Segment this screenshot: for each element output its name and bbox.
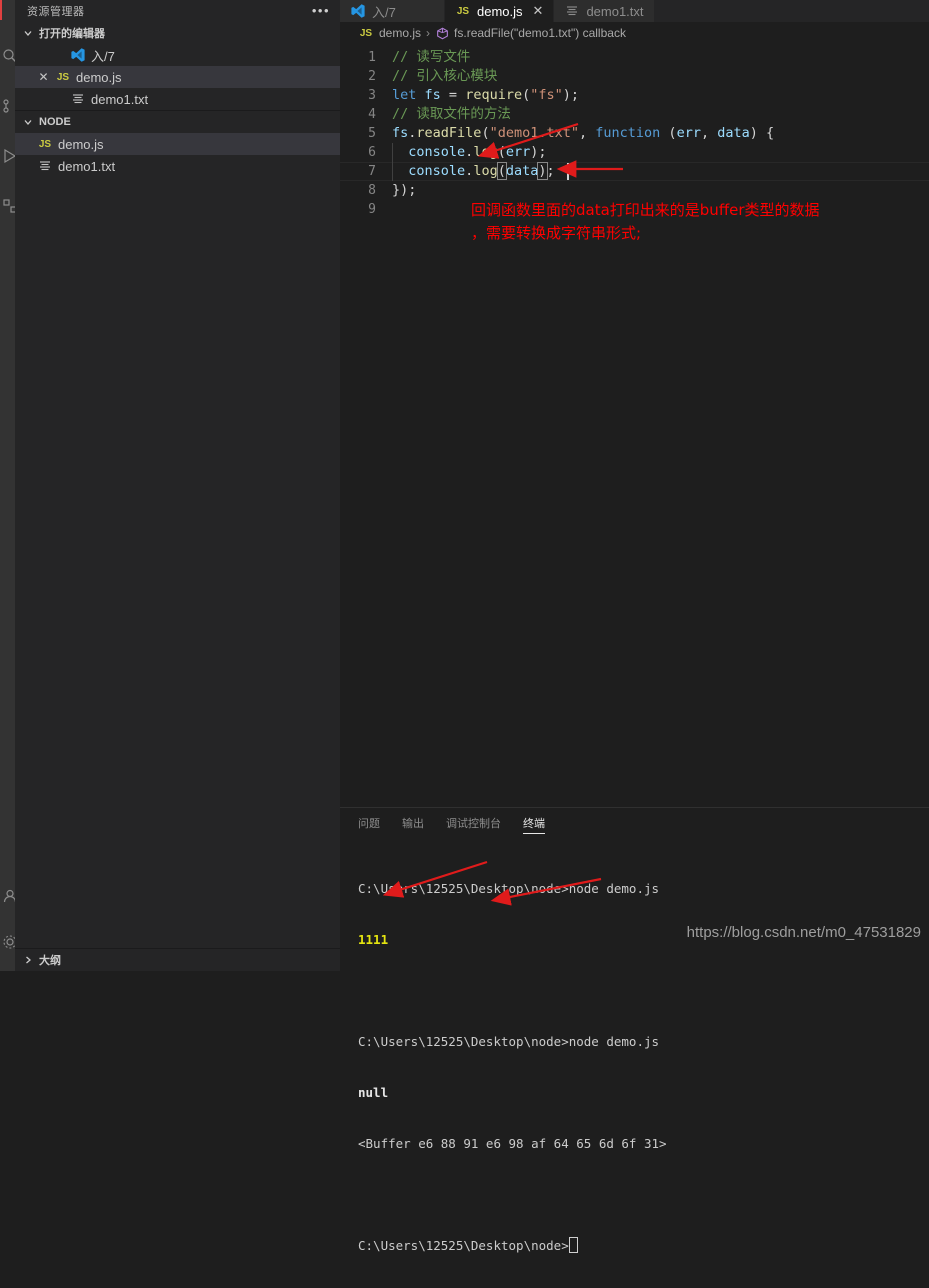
terminal-line: C:\Users\12525\Desktop\node>node demo.js: [358, 1034, 660, 1049]
tab-label-demo-js: demo.js: [477, 3, 523, 19]
text-file-icon: [37, 158, 53, 174]
panel-tab-output[interactable]: 输出: [402, 808, 424, 838]
line-number: 8: [368, 183, 376, 198]
activity-bar-active-indicator: [0, 0, 2, 20]
file-item-demo1-txt[interactable]: demo1.txt: [15, 155, 340, 177]
sidebar-empty-space: [15, 177, 340, 948]
line-number: 1: [368, 50, 376, 65]
vscode-window: 资源管理器 ••• 打开的编辑器 入/7 ✕ JS demo.js demo1.: [0, 0, 929, 1253]
file-label-demo-js: demo.js: [58, 136, 104, 152]
section-header-node[interactable]: NODE: [15, 111, 340, 133]
breadcrumb: JS demo.js › fs.readFile("demo1.txt") ca…: [340, 22, 929, 44]
chevron-right-icon: [21, 953, 35, 967]
panel-tab-problems[interactable]: 问题: [358, 808, 380, 838]
text-file-icon: [70, 91, 86, 107]
line-number: 3: [368, 88, 376, 103]
js-file-icon: JS: [456, 5, 470, 17]
tab-label-demo1-txt: demo1.txt: [586, 3, 644, 19]
open-editor-label-2: demo1.txt: [91, 91, 149, 107]
watermark-text: https://blog.csdn.net/m0_47531829: [686, 924, 921, 941]
open-editor-item-0[interactable]: 入/7: [15, 44, 340, 66]
text-cursor: [567, 163, 569, 180]
terminal-line: C:\Users\12525\Desktop\node>node demo.js: [358, 881, 660, 896]
code-line-7: console.log(data);: [408, 162, 555, 180]
tab-label-welcome: 入/7: [372, 4, 396, 20]
open-editor-label-0: 入/7: [91, 48, 115, 64]
js-file-icon: JS: [38, 138, 52, 150]
code-line-4: // 读取文件的方法: [392, 106, 511, 122]
sidebar-title-bar: 资源管理器 •••: [15, 0, 340, 22]
code-line-2: // 引入核心模块: [392, 68, 498, 84]
terminal-line: null: [358, 1085, 389, 1100]
code-lines[interactable]: // 读写文件 // 引入核心模块 let fs = require("fs")…: [392, 48, 929, 219]
tab-welcome[interactable]: 入/7: [340, 0, 445, 22]
file-label-demo1-txt: demo1.txt: [58, 158, 116, 174]
symbol-function-icon: [435, 26, 449, 40]
open-editor-item-2[interactable]: demo1.txt: [15, 88, 340, 110]
line-number: 9: [368, 202, 376, 217]
tab-demo-js[interactable]: JS demo.js ✕: [445, 0, 555, 22]
terminal-cursor: [568, 1237, 578, 1253]
terminal-output[interactable]: C:\Users\12525\Desktop\node>node demo.js…: [340, 838, 929, 1288]
editor-group: 入/7 JS demo.js ✕ demo1.txt JS demo.js › …: [340, 0, 929, 1253]
code-line-3: let fs = require("fs");: [392, 87, 580, 103]
terminal-line: <Buffer e6 88 91 e6 98 af 64 65 6d 6f 31…: [358, 1136, 667, 1151]
sidebar-title: 资源管理器: [27, 6, 85, 18]
tab-demo1-txt[interactable]: demo1.txt: [554, 0, 655, 22]
annotation-text-line-2: ，需要转换成字符串形式;: [471, 224, 642, 242]
js-file-icon: JS: [359, 27, 373, 39]
more-actions-icon[interactable]: •••: [312, 4, 330, 17]
breadcrumb-separator: ›: [426, 26, 431, 40]
file-item-demo-js[interactable]: JS demo.js: [15, 133, 340, 155]
chevron-down-icon: [21, 26, 35, 40]
terminal-prompt-line: C:\Users\12525\Desktop\node>: [358, 1237, 929, 1254]
line-number: 7: [368, 164, 376, 179]
section-label-outline: 大纲: [39, 955, 61, 967]
vscode-logo-icon: [350, 3, 366, 19]
section-label-open-editors: 打开的编辑器: [39, 28, 105, 40]
section-header-open-editors[interactable]: 打开的编辑器: [15, 22, 340, 44]
js-file-icon: JS: [56, 71, 70, 83]
section-label-node: NODE: [39, 116, 71, 128]
panel-tab-debug-console[interactable]: 调试控制台: [446, 808, 501, 838]
tab-close-icon[interactable]: ✕: [533, 4, 544, 17]
breadcrumb-file[interactable]: demo.js: [379, 26, 421, 40]
close-icon[interactable]: ✕: [37, 71, 50, 83]
indent-guide: [392, 162, 393, 181]
code-editor[interactable]: 1 2 3 4 5 6 7 8 9 // 读写文件 // 引入核心模块 let …: [340, 44, 929, 807]
text-file-icon: [564, 3, 580, 19]
breadcrumb-symbol[interactable]: fs.readFile("demo1.txt") callback: [454, 26, 626, 40]
tab-bar: 入/7 JS demo.js ✕ demo1.txt: [340, 0, 929, 22]
line-number: 5: [368, 126, 376, 141]
panel-tab-bar: 问题 输出 调试控制台 终端: [340, 808, 929, 838]
code-line-5: fs.readFile("demo1.txt", function (err, …: [392, 125, 775, 141]
vscode-logo-icon: [70, 47, 86, 63]
open-editor-item-1[interactable]: ✕ JS demo.js: [15, 66, 340, 88]
open-editor-label-1: demo.js: [76, 69, 122, 85]
code-line-1: // 读写文件: [392, 49, 471, 65]
explorer-sidebar: 资源管理器 ••• 打开的编辑器 入/7 ✕ JS demo.js demo1.: [15, 0, 340, 971]
panel-tab-terminal[interactable]: 终端: [523, 808, 545, 838]
line-number: 6: [368, 145, 376, 160]
section-header-outline[interactable]: 大纲: [15, 948, 340, 971]
activity-bar: [0, 0, 17, 971]
line-number: 2: [368, 69, 376, 84]
code-line-8: });: [392, 182, 417, 198]
line-number: 4: [368, 107, 376, 122]
terminal-prompt: C:\Users\12525\Desktop\node>: [358, 1238, 569, 1253]
chevron-down-icon: [21, 115, 35, 129]
code-line-6: console.log(err);: [408, 144, 547, 160]
indent-guide: [392, 143, 393, 162]
annotation-text-line-1: 回调函数里面的data打印出来的是buffer类型的数据: [471, 201, 820, 219]
bottom-panel: 问题 输出 调试控制台 终端 C:\Users\12525\Desktop\no…: [340, 807, 929, 1253]
line-number-gutter: 1 2 3 4 5 6 7 8 9: [340, 44, 388, 219]
